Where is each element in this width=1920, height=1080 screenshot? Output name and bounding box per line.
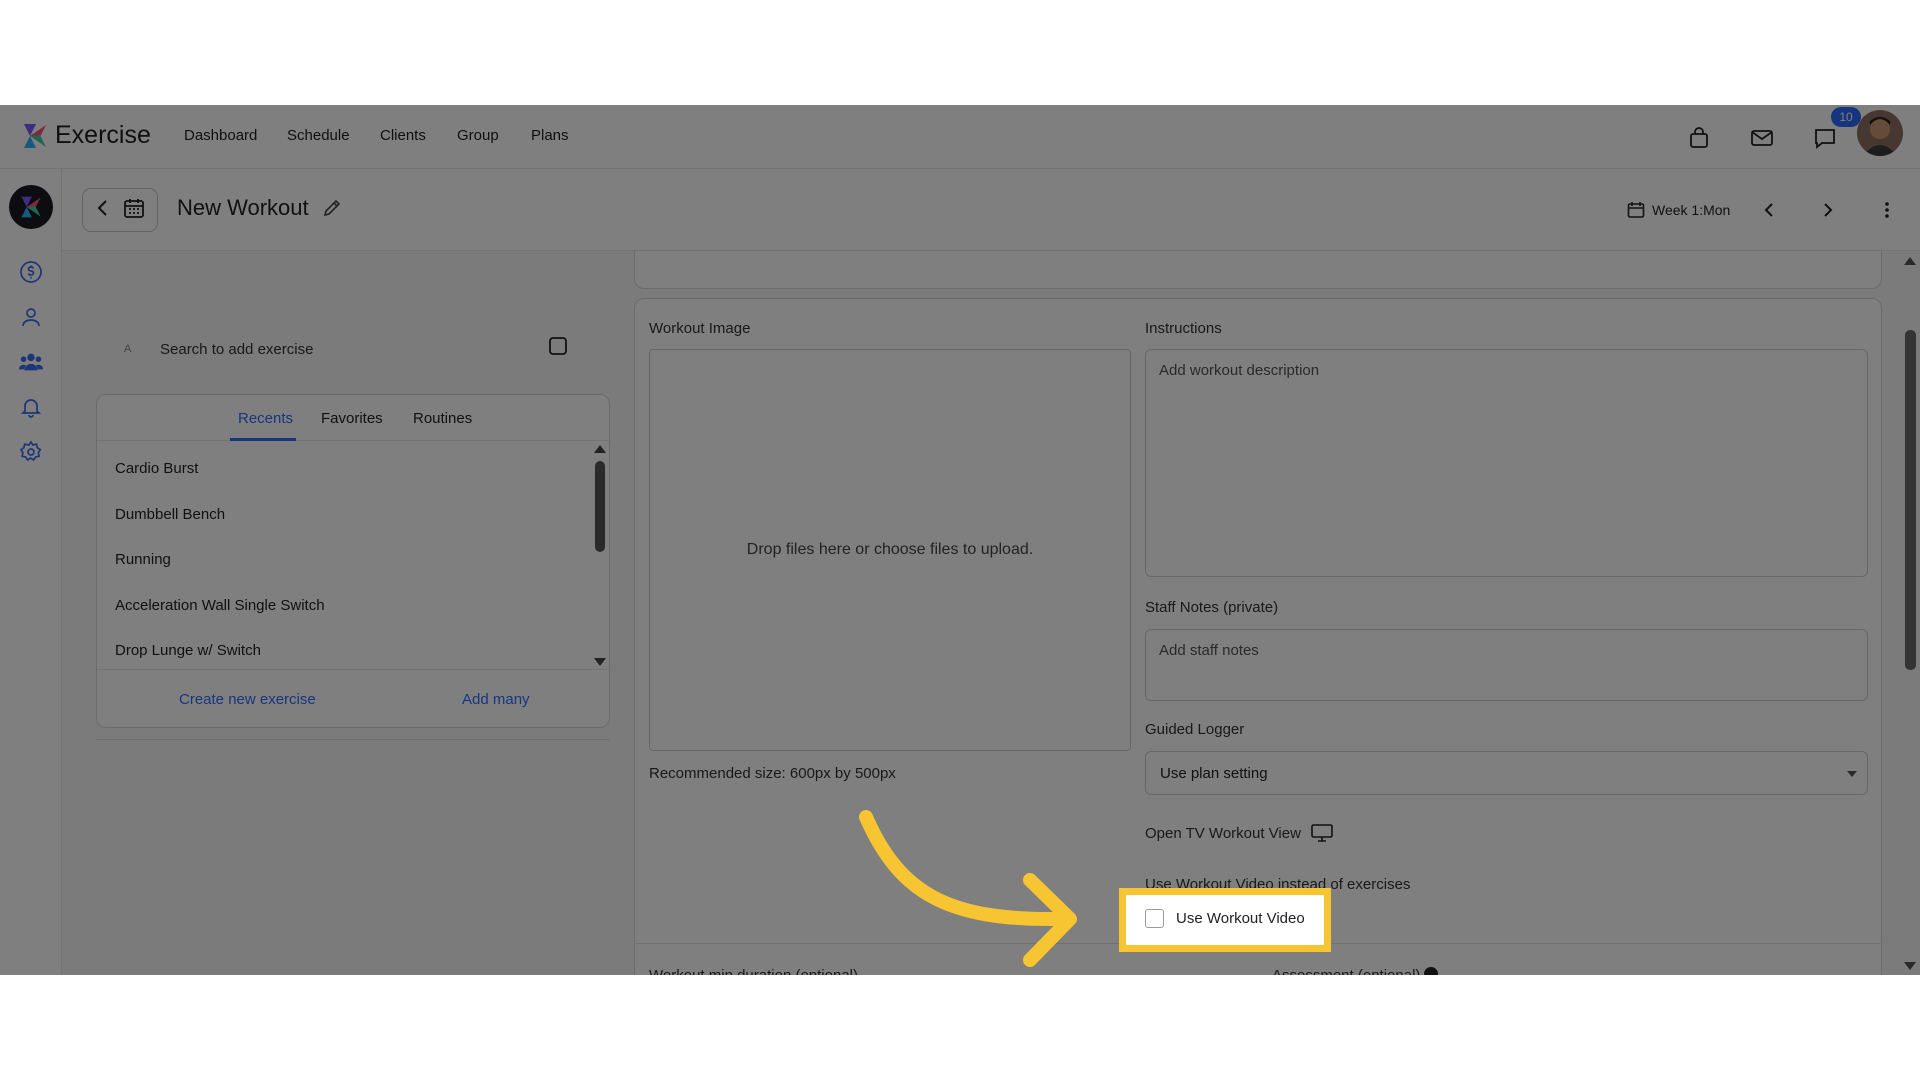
screenshot-stage: Exercise Dashboard Schedule Clients Grou… xyxy=(0,0,1920,1080)
tutorial-arrow-icon xyxy=(859,810,1077,967)
